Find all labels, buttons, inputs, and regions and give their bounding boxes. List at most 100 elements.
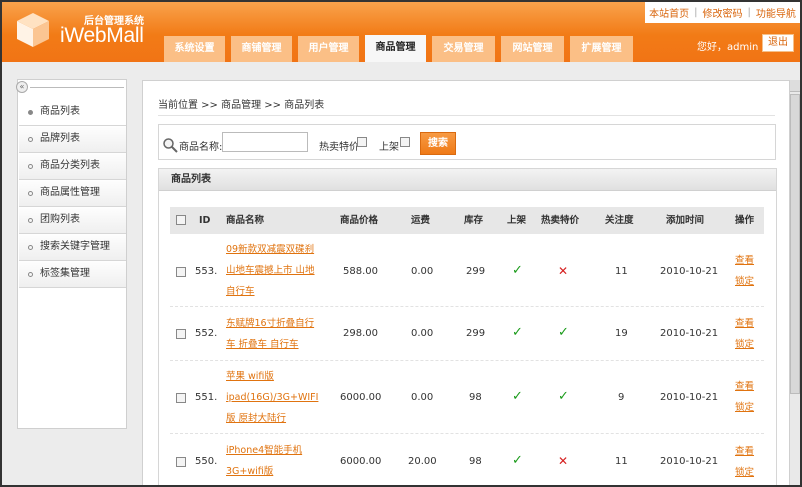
product-date: 2010-10-21 bbox=[660, 328, 719, 339]
on-sale-checkbox[interactable] bbox=[400, 137, 410, 147]
product-stock: 98 bbox=[469, 456, 482, 467]
search-icon bbox=[163, 138, 178, 153]
bullet-icon bbox=[28, 110, 33, 115]
lock-link[interactable]: 锁定 bbox=[735, 271, 754, 292]
vertical-scrollbar[interactable] bbox=[789, 80, 800, 485]
row-checkbox[interactable] bbox=[176, 457, 186, 467]
row-actions: 查看 锁定 bbox=[735, 376, 754, 418]
logout-button[interactable]: 退出 bbox=[762, 34, 794, 52]
view-link[interactable]: 查看 bbox=[735, 441, 754, 462]
product-id: 553. bbox=[195, 266, 218, 277]
product-price: 588.00 bbox=[343, 266, 378, 277]
hot-special-yes-icon: ✓ bbox=[558, 389, 569, 404]
product-name-line: 3G+wifi版 bbox=[226, 466, 274, 477]
sidebar-item-search-keywords[interactable]: 搜索关键字管理 bbox=[19, 234, 126, 261]
hot-special-no-icon: ✕ bbox=[558, 264, 569, 278]
view-link[interactable]: 查看 bbox=[735, 313, 754, 334]
hot-special-label: 热卖特价 bbox=[319, 142, 359, 153]
sidebar-item-brand-list[interactable]: 品牌列表 bbox=[19, 126, 126, 153]
on-sale-yes-icon: ✓ bbox=[512, 263, 523, 278]
sidebar-item-label: 商品列表 bbox=[40, 106, 80, 117]
row-actions: 查看 锁定 bbox=[735, 250, 754, 292]
on-sale-yes-icon: ✓ bbox=[512, 389, 523, 404]
breadcrumb: 当前位置 >> 商品管理 >> 商品列表 bbox=[158, 100, 325, 111]
product-freight: 20.00 bbox=[408, 456, 437, 467]
row-checkbox[interactable] bbox=[176, 393, 186, 403]
sidebar-item-tag-sets[interactable]: 标签集管理 bbox=[19, 261, 126, 288]
column-header-price: 商品价格 bbox=[340, 215, 379, 226]
row-checkbox[interactable] bbox=[176, 267, 186, 277]
bullet-icon bbox=[28, 272, 33, 277]
product-name-line: 苹果 wifi版 bbox=[226, 371, 274, 382]
nav-tab-system-settings[interactable]: 系统设置 bbox=[164, 36, 225, 62]
product-name-link[interactable]: 09新款双减震双碟刹 山地车震撼上市 山地 自行车 bbox=[226, 239, 326, 302]
product-name-line: 山地车震撼上市 山地 bbox=[226, 265, 315, 276]
product-name-link[interactable]: 苹果 wifi版 ipad(16G)/3G+WIFI 版 原封大陆行 bbox=[226, 366, 326, 429]
on-sale-yes-icon: ✓ bbox=[512, 325, 523, 340]
nav-tab-extension-management[interactable]: 扩展管理 bbox=[570, 36, 633, 62]
nav-tab-user-management[interactable]: 用户管理 bbox=[298, 36, 359, 62]
nav-tab-trade-management[interactable]: 交易管理 bbox=[432, 36, 495, 62]
view-link[interactable]: 查看 bbox=[735, 250, 754, 271]
lock-link[interactable]: 锁定 bbox=[735, 334, 754, 355]
product-list-panel: 商品列表 ID 商品名称 商品价格 运费 库存 上架 热卖特价 关注度 添加时间… bbox=[158, 168, 777, 485]
product-date: 2010-10-21 bbox=[660, 266, 719, 277]
product-name-input[interactable] bbox=[222, 132, 308, 152]
select-all-checkbox[interactable] bbox=[176, 215, 186, 225]
product-price: 298.00 bbox=[343, 328, 378, 339]
hot-special-checkbox[interactable] bbox=[357, 137, 367, 147]
search-button[interactable]: 搜索 bbox=[420, 132, 456, 155]
product-name-line: 09新款双减震双碟刹 bbox=[226, 244, 315, 255]
sidebar-item-label: 搜索关键字管理 bbox=[40, 241, 110, 252]
lock-link[interactable]: 锁定 bbox=[735, 397, 754, 418]
product-attention: 11 bbox=[615, 456, 628, 467]
nav-tab-shop-management[interactable]: 商铺管理 bbox=[231, 36, 292, 62]
sidebar-item-category-list[interactable]: 商品分类列表 bbox=[19, 153, 126, 180]
lock-link[interactable]: 锁定 bbox=[735, 462, 754, 483]
column-header-on-sale: 上架 bbox=[507, 215, 527, 226]
nav-tab-site-management[interactable]: 网站管理 bbox=[501, 36, 564, 62]
product-stock: 299 bbox=[466, 266, 486, 277]
table-row: 551. 苹果 wifi版 ipad(16G)/3G+WIFI 版 原封大陆行 … bbox=[170, 362, 764, 434]
product-name-label: 商品名称: bbox=[179, 142, 223, 153]
product-name-line: iPhone4智能手机 bbox=[226, 445, 303, 456]
table-row: 553. 09新款双减震双碟刹 山地车震撼上市 山地 自行车 588.00 0.… bbox=[170, 237, 764, 307]
table-header: ID 商品名称 商品价格 运费 库存 上架 热卖特价 关注度 添加时间 操作 bbox=[170, 207, 764, 234]
row-checkbox[interactable] bbox=[176, 329, 186, 339]
top-link-change-password[interactable]: 修改密码 bbox=[703, 5, 743, 20]
product-date: 2010-10-21 bbox=[660, 392, 719, 403]
column-header-freight: 运费 bbox=[411, 215, 431, 226]
table-row: 550. iPhone4智能手机 3G+wifi版 6000.00 20.00 … bbox=[170, 435, 764, 485]
scrollbar-thumb[interactable] bbox=[790, 94, 800, 394]
sidebar-item-product-list[interactable]: 商品列表 bbox=[19, 99, 126, 126]
sidebar-item-label: 团购列表 bbox=[40, 214, 80, 225]
collapse-sidebar-icon[interactable]: « bbox=[16, 81, 28, 93]
product-name-line: 版 原封大陆行 bbox=[226, 413, 287, 424]
panel-title: 商品列表 bbox=[159, 169, 776, 191]
table-row: 552. 东赋牌16寸折叠自行 车 折叠车 自行车 298.00 0.00 29… bbox=[170, 308, 764, 361]
hot-special-no-icon: ✕ bbox=[558, 454, 569, 468]
product-name-line: 自行车 bbox=[226, 286, 255, 297]
top-link-function-nav[interactable]: 功能导航 bbox=[756, 5, 796, 20]
scroll-up-arrow-icon[interactable] bbox=[790, 80, 800, 92]
main-content: 当前位置 >> 商品管理 >> 商品列表 商品名称: 热卖特价 上架 搜索 商品… bbox=[142, 80, 790, 485]
product-id: 550. bbox=[195, 456, 218, 467]
product-stock: 299 bbox=[466, 328, 486, 339]
product-date: 2010-10-21 bbox=[660, 456, 719, 467]
product-price: 6000.00 bbox=[340, 392, 382, 403]
sidebar-item-label: 品牌列表 bbox=[40, 133, 80, 144]
product-id: 552. bbox=[195, 328, 218, 339]
view-link[interactable]: 查看 bbox=[735, 376, 754, 397]
nav-tab-product-management[interactable]: 商品管理 bbox=[365, 35, 426, 62]
row-actions: 查看 锁定 bbox=[735, 441, 754, 483]
product-name-link[interactable]: 东赋牌16寸折叠自行 车 折叠车 自行车 bbox=[226, 313, 326, 355]
bullet-icon bbox=[28, 218, 33, 223]
row-actions: 查看 锁定 bbox=[735, 313, 754, 355]
sidebar-item-attribute-management[interactable]: 商品属性管理 bbox=[19, 180, 126, 207]
sidebar-item-label: 标签集管理 bbox=[40, 268, 90, 279]
separator: | bbox=[747, 7, 751, 18]
top-link-home[interactable]: 本站首页 bbox=[649, 5, 689, 20]
product-id: 551. bbox=[195, 392, 218, 403]
product-name-link[interactable]: iPhone4智能手机 3G+wifi版 bbox=[226, 440, 326, 482]
sidebar-item-group-buy-list[interactable]: 团购列表 bbox=[19, 207, 126, 234]
